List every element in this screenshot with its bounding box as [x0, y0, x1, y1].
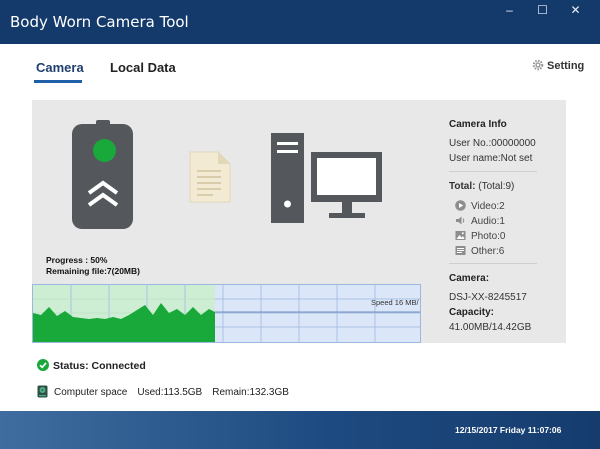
- photo-icon: [455, 231, 466, 240]
- user-name: User name:Not set: [449, 153, 533, 164]
- setting-button[interactable]: Setting: [532, 59, 584, 72]
- datetime-display: 12/15/2017 Friday 11:07:06: [455, 425, 562, 435]
- progress-label: Progress : 50%: [46, 255, 108, 265]
- video-icon: [455, 200, 466, 211]
- maximize-button[interactable]: ☐: [526, 0, 559, 20]
- tab-camera[interactable]: Camera: [36, 60, 84, 75]
- hard-disk-icon: [37, 385, 48, 398]
- speed-curve: [33, 303, 215, 342]
- minimize-button[interactable]: –: [493, 0, 526, 20]
- status-footer: 12/15/2017 Friday 11:07:06: [0, 411, 600, 449]
- close-button[interactable]: ✕: [559, 0, 592, 20]
- setting-label: Setting: [547, 60, 585, 72]
- capacity-label: Capacity:: [449, 307, 495, 318]
- title-bar: Body Worn Camera Tool – ☐ ✕: [0, 0, 600, 44]
- file-count-other: Other:6: [455, 245, 504, 257]
- camera-info-panel: Camera Info User No.:00000000 User name:…: [449, 100, 566, 343]
- camera-device-icon: [72, 120, 133, 229]
- total-files: Total: (Total:9): [449, 181, 514, 192]
- audio-icon: [456, 216, 465, 225]
- computer-space: Computer space Used:113.5GB Remain:132.3GB: [37, 385, 289, 398]
- camera-label: Camera:: [449, 273, 490, 284]
- check-circle-icon: [37, 359, 49, 371]
- computer-icon: [271, 133, 382, 223]
- gear-icon: [532, 59, 544, 71]
- connection-status: Status: Connected: [37, 359, 146, 372]
- user-no: User No.:00000000: [449, 138, 536, 149]
- file-count-audio: Audio:1: [455, 215, 505, 227]
- camera-id: DSJ-XX-8245517: [449, 292, 527, 303]
- tab-local-data[interactable]: Local Data: [110, 60, 176, 75]
- camera-panel: Progress : 50% Remaining file:7(20MB) Sp…: [32, 100, 566, 343]
- computer-space-label: Computer space: [54, 387, 128, 398]
- file-count-video: Video:2: [455, 200, 505, 212]
- remaining-file-label: Remaining file:7(20MB): [46, 266, 140, 276]
- document-icon: [189, 151, 231, 203]
- file-count-photo: Photo:0: [455, 230, 505, 242]
- status-text: Status: Connected: [53, 360, 146, 372]
- connection-led: [93, 139, 116, 162]
- camera-info-header: Camera Info: [449, 119, 507, 130]
- active-tab-indicator: [34, 80, 82, 83]
- transfer-speed-graph: Speed 16 MB/: [32, 284, 421, 343]
- window-title: Body Worn Camera Tool: [10, 13, 189, 31]
- used-space: Used:113.5GB: [137, 387, 203, 398]
- upload-chevron-icon: [87, 180, 119, 207]
- remaining-space: Remain:132.3GB: [212, 387, 289, 398]
- transfer-progress: Progress : 50% Remaining file:7(20MB): [46, 255, 140, 277]
- total-label: Total:: [449, 181, 476, 192]
- capacity-value: 41.00MB/14.42GB: [449, 322, 532, 333]
- total-value: (Total:9): [478, 181, 515, 192]
- speed-label: Speed 16 MB/: [371, 298, 419, 307]
- other-file-icon: [455, 246, 466, 255]
